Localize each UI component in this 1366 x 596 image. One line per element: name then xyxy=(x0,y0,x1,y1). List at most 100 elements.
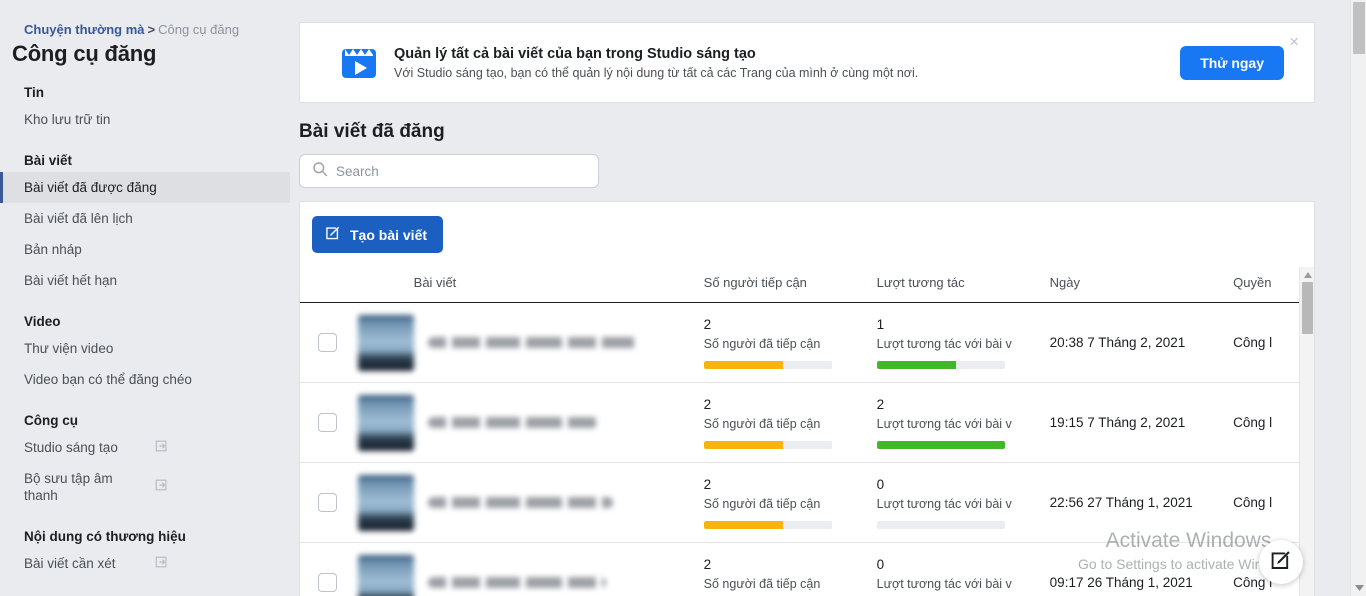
engagement-bar-track xyxy=(876,521,1005,529)
breadcrumb-separator: > xyxy=(147,22,156,37)
row-checkbox[interactable] xyxy=(318,493,337,512)
post-title-redacted xyxy=(427,577,606,588)
sidebar-item-bo-suu-tap-am-thanh[interactable]: Bộ sưu tập âm thanh xyxy=(0,463,290,511)
post-thumbnail xyxy=(357,314,414,371)
posts-table: Bài viết Số người tiếp cận Lượt tương tá… xyxy=(300,267,1314,596)
card-toolbar: Tạo bài viết xyxy=(300,202,1314,267)
sidebar-item-label: Studio sáng tạo xyxy=(24,440,118,455)
table-row[interactable]: 2 Số người đã tiếp cận 0 Lượt tương tác … xyxy=(300,542,1314,596)
column-header-post[interactable]: Bài viết xyxy=(357,267,704,303)
page-vertical-scrollbar[interactable] xyxy=(1350,0,1366,596)
reach-value: 2 xyxy=(703,557,712,572)
row-engagement-cell: 2 Lượt tương tác với bài v xyxy=(876,382,1050,463)
row-date: 22:56 27 Tháng 1, 2021 xyxy=(1049,462,1234,543)
engagement-bar-fill xyxy=(876,361,957,369)
nav-group-cong-cu: Công cụ Studio sáng tạo Bộ sưu tập âm th… xyxy=(0,413,290,511)
sidebar: Chuyện thường mà > Công cụ đăng Công cụ đă… xyxy=(0,0,290,596)
external-link-icon xyxy=(155,439,289,457)
row-select-cell xyxy=(300,382,358,463)
nav-heading-video: Video xyxy=(24,314,61,329)
sidebar-item-bai-viet-da-len-lich[interactable]: Bài viết đã lên lịch xyxy=(0,203,290,234)
post-thumbnail xyxy=(357,474,414,531)
row-checkbox[interactable] xyxy=(318,413,337,432)
search-icon xyxy=(312,161,328,182)
sidebar-item-label: Bài viết hết hạn xyxy=(24,273,118,288)
row-post-cell xyxy=(357,462,704,543)
row-reach-cell: 2 Số người đã tiếp cận xyxy=(703,302,877,383)
reach-label: Số người đã tiếp cận xyxy=(703,417,821,431)
row-checkbox[interactable] xyxy=(318,573,337,592)
engagement-value: 1 xyxy=(876,317,885,332)
nav-heading-cong-cu: Công cụ xyxy=(24,413,78,428)
nav-heading-bai-viet: Bài viết xyxy=(24,153,73,168)
sidebar-item-bai-viet-het-han[interactable]: Bài viết hết hạn xyxy=(0,265,290,296)
sidebar-item-label: Bài viết cần xét xyxy=(24,556,116,571)
external-link-icon xyxy=(155,555,289,573)
row-date: 19:15 7 Tháng 2, 2021 xyxy=(1049,382,1234,463)
row-select-cell xyxy=(300,302,358,383)
engagement-bar-fill xyxy=(876,441,1005,449)
column-header-date[interactable]: Ngày xyxy=(1049,267,1234,303)
row-post-cell xyxy=(357,302,704,383)
scroll-up-arrow-icon[interactable] xyxy=(1300,267,1314,282)
row-date: 20:38 7 Tháng 2, 2021 xyxy=(1049,302,1234,383)
sidebar-item-video-dang-cheo[interactable]: Video bạn có thể đăng chéo xyxy=(0,364,290,395)
breadcrumb-current: Công cụ đăng xyxy=(158,22,240,37)
sidebar-item-kho-luu-tru-tin[interactable]: Kho lưu trữ tin xyxy=(0,104,290,135)
post-thumbnail xyxy=(357,394,414,451)
column-header-reach[interactable]: Số người tiếp cận xyxy=(703,267,877,303)
reach-bar-track xyxy=(703,521,832,529)
nav-group-video: Video Thư viện video Video bạn có thể đă… xyxy=(0,314,290,395)
sidebar-item-ban-nhap[interactable]: Bản nháp xyxy=(0,234,290,265)
table-vertical-scrollbar[interactable] xyxy=(1299,267,1314,596)
engagement-value: 0 xyxy=(876,557,885,572)
try-now-button[interactable]: Thử ngay xyxy=(1180,45,1284,80)
table-row[interactable]: 2 Số người đã tiếp cận 0 Lượt tương tác … xyxy=(300,462,1314,543)
table-scrollbar-thumb[interactable] xyxy=(1302,282,1313,334)
compose-icon xyxy=(325,225,341,244)
app-root: Chuyện thường mà > Công cụ đăng Công cụ đă… xyxy=(0,0,1366,596)
row-engagement-cell: 0 Lượt tương tác với bài v xyxy=(876,542,1050,596)
post-title-redacted xyxy=(427,497,613,508)
search-input[interactable] xyxy=(336,163,566,179)
sidebar-item-label: Kho lưu trữ tin xyxy=(24,112,111,127)
row-engagement-cell: 1 Lượt tương tác với bài v xyxy=(876,302,1050,383)
posts-card: Tạo bài viết Bài viết Số người tiếp cận xyxy=(299,201,1315,596)
sidebar-item-label: Bộ sưu tập âm thanh xyxy=(24,471,113,503)
reach-bar-fill xyxy=(703,361,784,369)
nav-heading-noi-dung-thuong-hieu: Nội dung có thương hiệu xyxy=(24,529,186,544)
external-link-icon xyxy=(155,478,289,496)
reach-label: Số người đã tiếp cận xyxy=(703,337,821,351)
promo-banner: × Quản lý tất cả bài viết của bạn trong … xyxy=(299,22,1315,103)
post-title-redacted xyxy=(427,417,598,428)
sidebar-item-studio-sang-tao[interactable]: Studio sáng tạo xyxy=(0,432,290,463)
post-title-redacted xyxy=(427,337,643,348)
sidebar-item-label: Thư viện video xyxy=(24,341,114,356)
row-date: 09:17 26 Tháng 1, 2021 xyxy=(1049,542,1234,596)
engagement-label: Lượt tương tác với bài v xyxy=(876,577,1012,591)
sidebar-item-label: Bản nháp xyxy=(24,242,82,257)
compose-icon xyxy=(1270,549,1292,576)
reach-bar-fill xyxy=(703,521,784,529)
reach-bar-fill xyxy=(703,441,784,449)
create-post-button[interactable]: Tạo bài viết xyxy=(312,216,444,253)
reach-value: 2 xyxy=(703,477,712,492)
floating-compose-button[interactable] xyxy=(1259,540,1303,584)
sidebar-item-label: Bài viết đã được đăng xyxy=(24,180,157,195)
column-header-checkbox xyxy=(300,267,358,303)
row-checkbox[interactable] xyxy=(318,333,337,352)
search-box[interactable] xyxy=(299,154,599,188)
reach-label: Số người đã tiếp cận xyxy=(703,497,821,511)
table-row[interactable]: 2 Số người đã tiếp cận 1 Lượt tương tác … xyxy=(300,302,1314,383)
banner-subtitle: Với Studio sáng tạo, bạn có thể quản lý … xyxy=(394,65,919,80)
breadcrumb-parent-link[interactable]: Chuyện thường mà xyxy=(24,22,145,37)
column-header-engagement[interactable]: Lượt tương tác xyxy=(876,267,1050,303)
reach-bar-track xyxy=(703,441,832,449)
sidebar-item-bai-viet-da-duoc-dang[interactable]: Bài viết đã được đăng xyxy=(0,172,290,203)
close-icon[interactable]: × xyxy=(1284,31,1304,52)
page-scrollbar-thumb[interactable] xyxy=(1353,2,1365,54)
sidebar-item-thu-vien-video[interactable]: Thư viện video xyxy=(0,333,290,364)
sidebar-item-bai-viet-can-xet[interactable]: Bài viết cần xét xyxy=(0,548,290,579)
page-scroll-down-arrow-icon[interactable] xyxy=(1351,580,1366,596)
table-row[interactable]: 2 Số người đã tiếp cận 2 Lượt tương tác … xyxy=(300,382,1314,463)
